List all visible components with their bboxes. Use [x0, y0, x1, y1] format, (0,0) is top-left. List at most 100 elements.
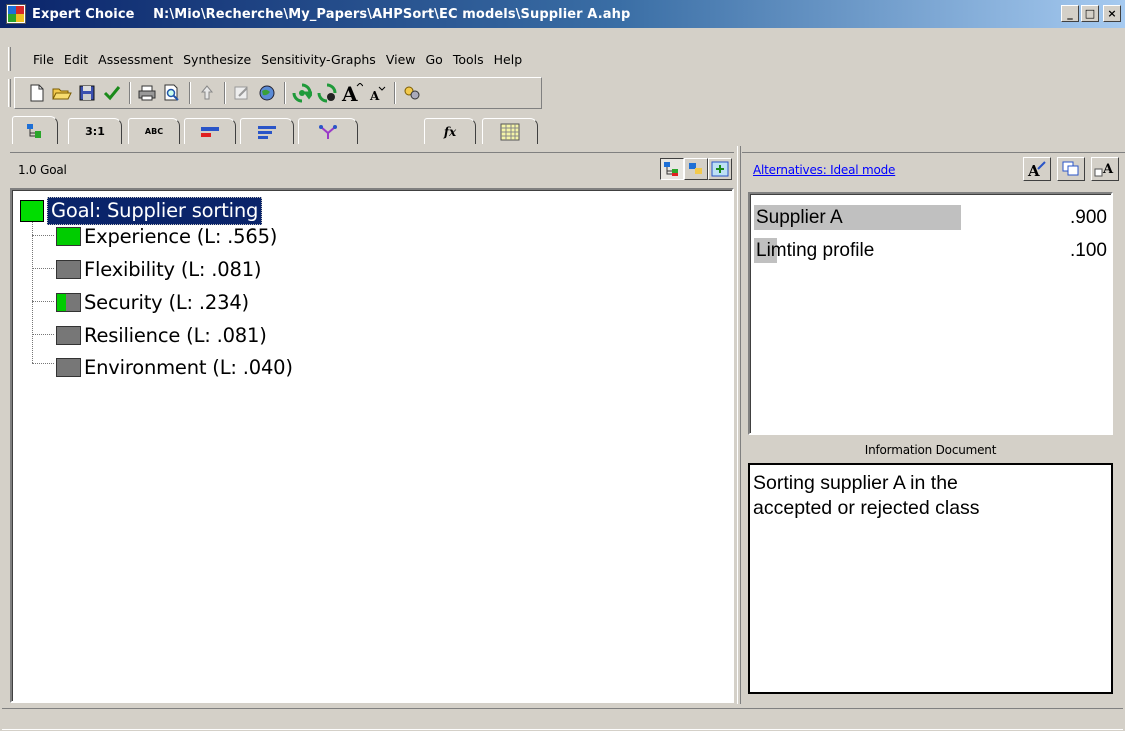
alternative-row[interactable]: Limting profile .100: [754, 237, 1109, 265]
tab-grid[interactable]: [482, 118, 538, 144]
view-mode-buttons: [660, 158, 732, 180]
alternatives-header: Alternatives: Ideal mode A A: [742, 152, 1125, 186]
edit-icon[interactable]: [230, 81, 254, 105]
tab-pairwise-numerical[interactable]: 3:1: [68, 118, 122, 144]
tab-data-grid[interactable]: [240, 118, 294, 144]
maximize-button[interactable]: □: [1081, 5, 1099, 22]
menu-file[interactable]: File: [28, 52, 59, 67]
criterion-label: Security (L: .234): [84, 290, 249, 314]
criterion-label: Experience (L: .565): [84, 224, 278, 248]
toolbar-separator: [394, 82, 396, 104]
criterion-label: Resilience (L: .081): [84, 323, 267, 347]
tab-tree-view[interactable]: [12, 116, 58, 144]
alternative-priority: .100: [1070, 240, 1107, 261]
menu-tools[interactable]: Tools: [448, 52, 489, 67]
criterion-priority-box: [56, 325, 81, 345]
tab-pairwise-verbal[interactable]: ABC: [128, 118, 180, 144]
alternative-name: Supplier A: [756, 207, 843, 228]
alternatives-buttons: A A: [1023, 157, 1119, 181]
font-increase-icon[interactable]: A: [340, 81, 364, 105]
menu-assessment[interactable]: Assessment: [93, 52, 178, 67]
criterion-node[interactable]: Resilience (L: .081): [56, 320, 267, 350]
font-decrease-icon[interactable]: A: [365, 81, 389, 105]
toolbar-separator: [129, 82, 131, 104]
menu-edit[interactable]: Edit: [59, 52, 93, 67]
grid-icon: [500, 123, 520, 140]
criterion-node[interactable]: Environment (L: .040): [56, 352, 293, 382]
plus-node-icon: [711, 161, 729, 177]
menu-sensitivity-graphs[interactable]: Sensitivity-Graphs: [256, 52, 381, 67]
criterion-node[interactable]: Experience (L: .565): [56, 221, 277, 251]
menu-view[interactable]: View: [381, 52, 421, 67]
node-path: 1.0 Goal: [18, 162, 67, 177]
close-button[interactable]: ×: [1103, 5, 1121, 22]
menu-help[interactable]: Help: [489, 52, 528, 67]
criterion-priority-box: [56, 357, 81, 377]
tree-view-button[interactable]: [660, 158, 684, 180]
tab-model-view[interactable]: [298, 118, 358, 144]
print-preview-icon[interactable]: [160, 81, 184, 105]
checkmark-icon[interactable]: [100, 81, 124, 105]
criterion-priority-box: [56, 226, 81, 246]
alternatives-window-button[interactable]: [1057, 157, 1085, 181]
alternatives-list[interactable]: Supplier A .900 Limting profile .100: [748, 192, 1113, 435]
add-node-button[interactable]: [708, 158, 732, 180]
information-document[interactable]: Sorting supplier A in the accepted or re…: [748, 463, 1113, 694]
font-edit-icon: A: [1027, 161, 1046, 178]
tree-connector: [32, 220, 33, 363]
synthesize-check-icon[interactable]: [315, 81, 339, 105]
toolbar-separator: [224, 82, 226, 104]
goal-priority-box: [20, 200, 44, 222]
toolbar-separator: [284, 82, 286, 104]
hierarchy-icon: [664, 162, 678, 176]
cluster-icon: [689, 163, 702, 174]
synthesize-icon[interactable]: [290, 81, 314, 105]
edit-alternatives-button[interactable]: A: [1023, 157, 1051, 181]
alternative-name: Limting profile: [756, 240, 875, 261]
criterion-node[interactable]: Security (L: .234): [56, 287, 249, 317]
svg-text:A: A: [369, 89, 380, 102]
tab-formula[interactable]: fx: [424, 118, 476, 144]
globe-icon[interactable]: [255, 81, 279, 105]
window-title: Expert Choice N:\Mio\Recherche\My_Papers…: [32, 6, 631, 22]
open-folder-icon[interactable]: [50, 81, 74, 105]
criterion-priority-box: [56, 259, 81, 279]
add-text-icon: A: [1094, 162, 1114, 177]
information-document-text[interactable]: Sorting supplier A in the accepted or re…: [753, 471, 1105, 521]
bar-icon: [201, 126, 219, 137]
menu-synthesize[interactable]: Synthesize: [178, 52, 256, 67]
toolbar-separator: [189, 82, 191, 104]
node-header: 1.0 Goal: [10, 152, 734, 186]
lines-icon: [258, 125, 276, 139]
minimize-button[interactable]: _: [1061, 5, 1079, 22]
alternative-priority: .900: [1070, 207, 1107, 228]
options-icon[interactable]: [400, 81, 424, 105]
alternative-row[interactable]: Supplier A .900: [754, 204, 1109, 232]
toolbar: A A: [14, 77, 542, 109]
toolbar-grip[interactable]: [8, 79, 11, 107]
criterion-priority-box: [56, 292, 81, 312]
criterion-label: Environment (L: .040): [84, 355, 293, 379]
hierarchy-tree[interactable]: Goal: Supplier sorting Experience (L: .5…: [10, 188, 734, 703]
alternatives-mode-link[interactable]: Alternatives: Ideal mode: [753, 163, 895, 177]
expert-choice-app-icon[interactable]: [6, 4, 26, 24]
print-icon[interactable]: [135, 81, 159, 105]
cluster-view-button[interactable]: [684, 158, 708, 180]
window-icon: [1062, 161, 1079, 176]
panel-splitter[interactable]: [737, 146, 741, 704]
criterion-node[interactable]: Flexibility (L: .081): [56, 254, 262, 284]
svg-text:A: A: [341, 83, 358, 103]
move-up-icon[interactable]: [195, 81, 219, 105]
svg-text:A: A: [1102, 162, 1114, 177]
add-alternative-button[interactable]: A: [1091, 157, 1119, 181]
window-controls: _ □ ×: [1061, 5, 1121, 22]
status-bar: [2, 708, 1123, 730]
new-file-icon[interactable]: [25, 81, 49, 105]
svg-text:A: A: [1027, 162, 1040, 178]
view-tabs: 3:1 ABC fx: [12, 116, 572, 144]
information-document-label: Information Document: [864, 443, 997, 457]
menu-bar: File Edit Assessment Synthesize Sensitiv…: [8, 44, 1125, 74]
save-icon[interactable]: [75, 81, 99, 105]
tab-graphical[interactable]: [184, 118, 236, 144]
menu-go[interactable]: Go: [421, 52, 448, 67]
